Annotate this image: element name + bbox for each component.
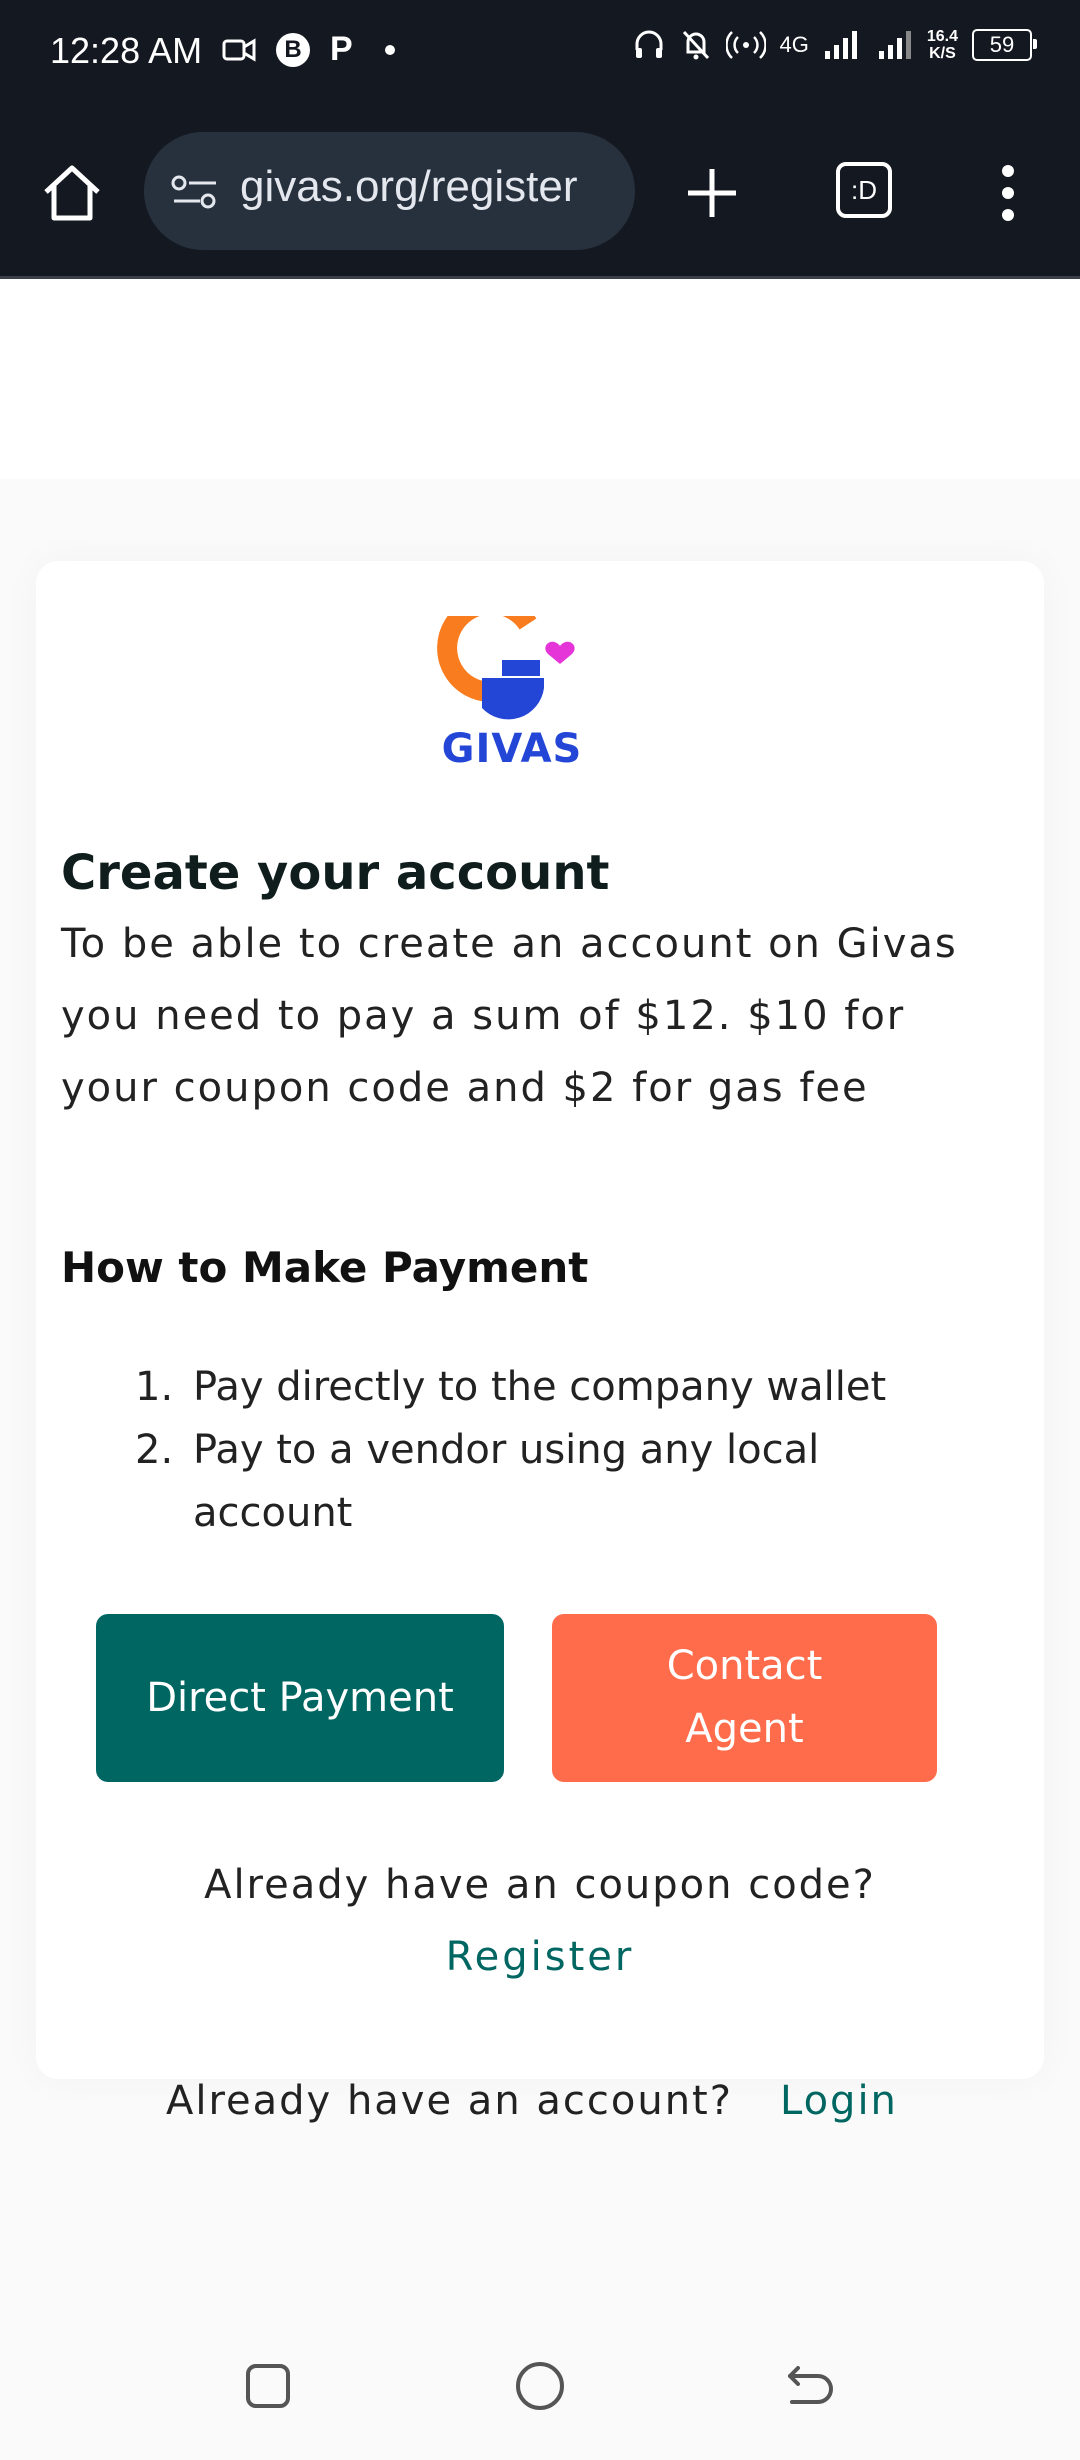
register-link[interactable]: Register	[0, 1934, 1080, 1980]
login-link[interactable]: Login	[780, 2078, 898, 2124]
page-title: Create your account	[61, 845, 610, 901]
back-icon[interactable]	[784, 2362, 836, 2410]
network-type: 4G	[779, 32, 809, 57]
more-notifications-dot-icon	[384, 44, 395, 55]
status-time: 12:28 AM	[50, 30, 203, 71]
battery-icon: 59	[972, 29, 1037, 61]
square-icon[interactable]	[246, 2364, 290, 2408]
logo-mark-icon	[437, 616, 575, 720]
status-system-icons: 4G 16.4 K/S 59	[632, 28, 1037, 62]
register-card	[36, 561, 1044, 2079]
payment-steps: 1. Pay directly to the company wallet 2.…	[135, 1356, 955, 1545]
url-text[interactable]: givas.org/register	[240, 162, 620, 218]
circle-icon[interactable]	[516, 2362, 564, 2410]
intro-text: To be able to create an account on Givas…	[61, 921, 958, 1111]
b-app-icon: B	[276, 32, 310, 67]
browser-toolbar: givas.org/register :D	[0, 110, 1080, 279]
givas-logo: GIVAS	[432, 616, 592, 776]
system-nav-bar	[0, 2316, 1080, 2460]
status-bar: 12:28 AM B P 4G 16.4 K/S 59	[0, 0, 1080, 110]
logo-wordmark: GIVAS	[441, 726, 583, 772]
list-item: 2. Pay to a vendor using any local accou…	[135, 1427, 820, 1536]
signal-strength-2-icon	[878, 31, 911, 59]
coupon-prompt: Already have an coupon code?	[204, 1862, 876, 1908]
tune-icon[interactable]	[170, 174, 220, 210]
plus-icon[interactable]	[686, 167, 738, 219]
network-speed: 16.4 K/S	[926, 28, 958, 62]
contact-agent-button[interactable]: Contact Agent	[552, 1614, 937, 1782]
p-app-icon: P	[330, 30, 353, 68]
account-prompt: Already have an account?	[166, 2078, 733, 2124]
video-camera-icon	[222, 37, 256, 62]
address-bar[interactable]: givas.org/register	[144, 132, 635, 250]
home-icon[interactable]	[40, 162, 104, 224]
more-vert-icon[interactable]	[1000, 165, 1016, 221]
tabs-icon[interactable]: :D	[836, 162, 892, 218]
status-notification-icons: B P	[222, 30, 395, 69]
headphones-icon	[635, 30, 662, 58]
list-item: 1. Pay directly to the company wallet	[135, 1364, 887, 1410]
bell-off-icon	[682, 30, 709, 60]
direct-payment-button[interactable]: Direct Payment	[96, 1614, 504, 1782]
signal-strength-icon	[824, 31, 857, 59]
hotspot-icon	[725, 31, 766, 59]
page-content	[0, 279, 1080, 2316]
payment-heading: How to Make Payment	[61, 1243, 589, 1292]
